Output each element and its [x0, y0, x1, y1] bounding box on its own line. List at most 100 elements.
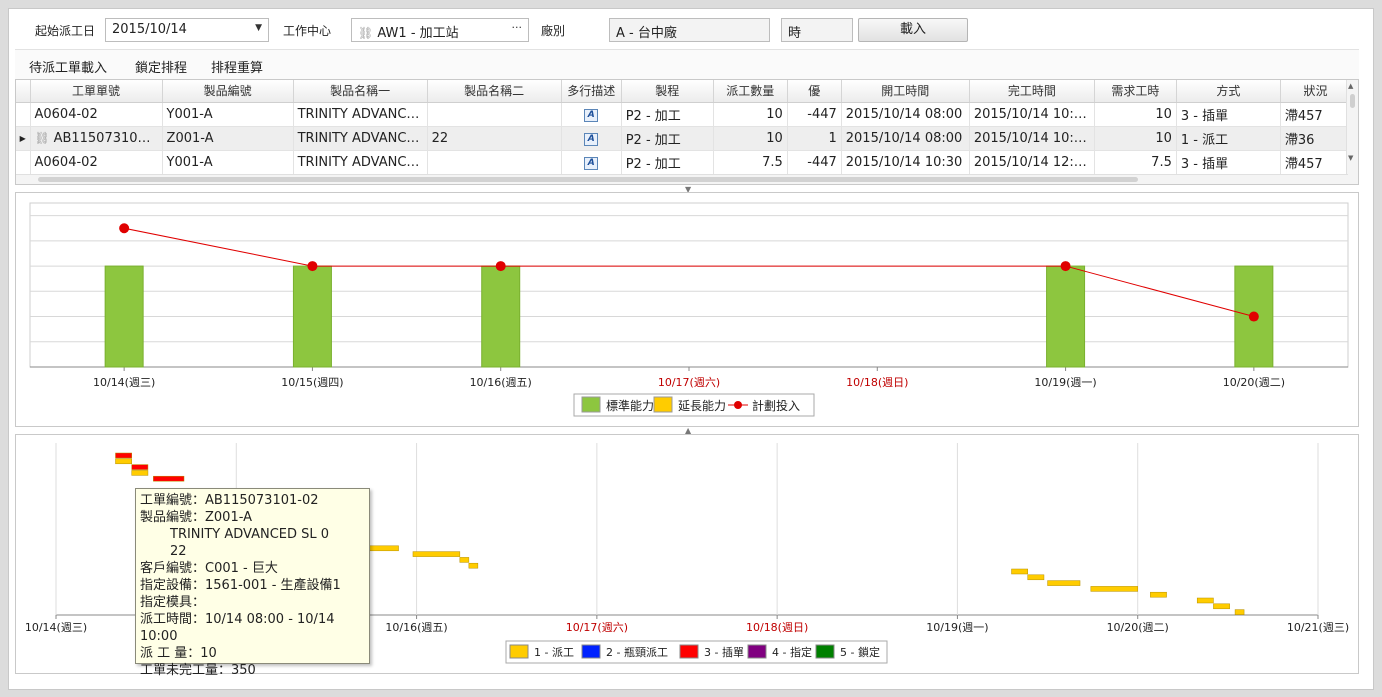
ellipsis-icon[interactable]: ··· [512, 21, 523, 34]
table-cell[interactable]: 1 [787, 126, 842, 151]
table-cell[interactable]: TRINITY ADVANCE... [293, 126, 428, 151]
gantt-bar[interactable] [115, 458, 132, 465]
scroll-down-icon[interactable]: ▼ [1348, 154, 1353, 162]
table-cell[interactable]: P2 - 加工 [621, 126, 714, 151]
work-order-grid: 工單單號 製品編號 製品名稱一 製品名稱二 多行描述 製程 派工數量 優 開工時… [15, 79, 1359, 185]
table-row[interactable]: ▶ ⛓ AB115073101-... Z001-A TRINITY ADVANCE.… [16, 126, 1352, 151]
table-cell[interactable]: Z001-A [162, 126, 294, 151]
table-cell[interactable]: 3 - 插單 [1176, 150, 1281, 175]
table-cell[interactable]: 滯457 [1280, 102, 1352, 127]
vertical-scrollbar[interactable]: ▲ ▼ [1346, 80, 1358, 184]
table-cell[interactable]: A0604-02 [30, 102, 163, 127]
main-panel: 起始派工日 2015/10/14 ▼ 工作中心 ⛓ AW1 - 加工站 ··· … [8, 8, 1374, 690]
lock-schedule-button[interactable]: 鎖定排程 [135, 57, 187, 76]
x-tick-label: 10/19(週一) [1034, 376, 1096, 389]
legend-swatch [581, 396, 601, 413]
start-date-field[interactable]: 2015/10/14 ▼ [105, 18, 269, 42]
column-header[interactable]: 多行描述 [561, 80, 622, 103]
column-header[interactable]: 狀況 [1280, 80, 1352, 103]
table-cell[interactable]: TRINITY ADVANCE... [293, 150, 428, 175]
table-cell[interactable]: Y001-A [162, 150, 294, 175]
table-cell[interactable]: 10 [713, 126, 788, 151]
text-description-icon[interactable]: A [584, 133, 599, 146]
gantt-bar[interactable] [1047, 580, 1081, 586]
table-cell[interactable]: 滯36 [1280, 126, 1352, 151]
gantt-bar[interactable] [367, 545, 399, 552]
column-header[interactable]: 完工時間 [969, 80, 1095, 103]
toolbar: 待派工單載入 鎖定排程 排程重算 [15, 49, 1359, 79]
column-header[interactable]: 開工時間 [841, 80, 970, 103]
window: 起始派工日 2015/10/14 ▼ 工作中心 ⛓ AW1 - 加工站 ··· … [0, 0, 1382, 697]
load-button[interactable]: 載入 [858, 18, 968, 42]
column-header[interactable]: 製程 [621, 80, 714, 103]
table-cell[interactable]: TRINITY ADVANCE... [293, 102, 428, 127]
dropdown-arrow-icon[interactable]: ▼ [255, 23, 262, 33]
table-cell[interactable]: 2015/10/14 10:30 [841, 150, 970, 175]
table-cell[interactable]: 滯457 [1280, 150, 1352, 175]
unit-field[interactable]: 時 [781, 18, 853, 42]
gantt-bar[interactable] [412, 551, 461, 557]
table-cell[interactable]: 2015/10/14 08:00 [841, 126, 970, 151]
table-cell[interactable] [427, 102, 562, 127]
table-cell[interactable]: -447 [787, 102, 842, 127]
gantt-bar[interactable] [1027, 574, 1045, 581]
text-description-icon[interactable]: A [584, 157, 599, 170]
table-row[interactable]: A0604-02 Y001-A TRINITY ADVANCE... A P2 - 加工… [16, 102, 1352, 127]
table-cell[interactable]: P2 - 加工 [621, 102, 714, 127]
table-cell[interactable]: A0604-02 [30, 150, 163, 175]
gantt-bar[interactable] [1150, 591, 1167, 598]
table-cell[interactable]: 10 [713, 102, 788, 127]
table-cell[interactable]: 7.5 [1094, 150, 1177, 175]
gantt-bar[interactable] [115, 452, 132, 459]
gantt-bar[interactable] [131, 464, 149, 470]
scroll-thumb[interactable] [38, 177, 1138, 182]
planned-input-point [1248, 311, 1259, 322]
recalculate-schedule-button[interactable]: 排程重算 [211, 57, 263, 76]
load-pending-orders-button[interactable]: 待派工單載入 [29, 57, 107, 76]
text-description-icon[interactable]: A [584, 109, 599, 122]
table-cell[interactable]: 3 - 插單 [1176, 102, 1281, 127]
table-cell[interactable]: Y001-A [162, 102, 294, 127]
table-cell[interactable]: 1 - 派工 [1176, 126, 1281, 151]
column-header[interactable]: 派工數量 [713, 80, 788, 103]
table-cell[interactable]: ⛓ AB115073101-... [30, 126, 163, 151]
scroll-thumb[interactable] [1350, 94, 1355, 108]
column-header[interactable]: 製品名稱一 [293, 80, 428, 103]
column-header[interactable]: 製品編號 [162, 80, 294, 103]
gantt-bar[interactable] [1090, 586, 1138, 592]
table-cell[interactable]: 22 [427, 126, 562, 151]
gantt-bar[interactable] [1011, 568, 1028, 575]
column-header[interactable]: 製品名稱二 [427, 80, 562, 103]
horizontal-scrollbar[interactable] [16, 174, 1348, 184]
gantt-bar[interactable] [131, 470, 149, 476]
start-date-label: 起始派工日 [35, 24, 96, 38]
gantt-bar[interactable] [459, 557, 470, 563]
table-cell[interactable]: 2015/10/14 10:00 [969, 126, 1095, 151]
gantt-bar[interactable] [1213, 603, 1230, 610]
column-header[interactable]: 工單單號 [30, 80, 163, 103]
gantt-bar[interactable] [153, 475, 185, 482]
table-cell[interactable] [427, 150, 562, 175]
gantt-bar[interactable] [1234, 609, 1245, 615]
table-cell[interactable]: -447 [787, 150, 842, 175]
column-header[interactable]: 優 [787, 80, 842, 103]
table-cell-description[interactable]: A [561, 150, 622, 175]
scroll-up-icon[interactable]: ▲ [1348, 82, 1353, 90]
table-cell[interactable]: 10 [1094, 102, 1177, 127]
work-center-field[interactable]: ⛓ AW1 - 加工站 ··· [351, 18, 529, 42]
table-cell[interactable]: 2015/10/14 12:00 [969, 150, 1095, 175]
table-cell-description[interactable]: A [561, 126, 622, 151]
filter-bar: 起始派工日 2015/10/14 ▼ 工作中心 ⛓ AW1 - 加工站 ··· … [9, 9, 1373, 49]
table-cell[interactable]: 7.5 [713, 150, 788, 175]
gantt-bar[interactable] [1196, 597, 1214, 604]
plant-field[interactable]: A - 台中廠 [609, 18, 770, 42]
gantt-bar[interactable] [468, 562, 479, 569]
table-cell[interactable]: P2 - 加工 [621, 150, 714, 175]
column-header[interactable]: 方式 [1176, 80, 1281, 103]
table-cell-description[interactable]: A [561, 102, 622, 127]
table-cell[interactable]: 2015/10/14 10:00 [969, 102, 1095, 127]
table-cell[interactable]: 10 [1094, 126, 1177, 151]
table-cell[interactable]: 2015/10/14 08:00 [841, 102, 970, 127]
table-row[interactable]: A0604-02 Y001-A TRINITY ADVANCE... A P2 - 加工… [16, 150, 1352, 175]
column-header[interactable]: 需求工時 [1094, 80, 1177, 103]
